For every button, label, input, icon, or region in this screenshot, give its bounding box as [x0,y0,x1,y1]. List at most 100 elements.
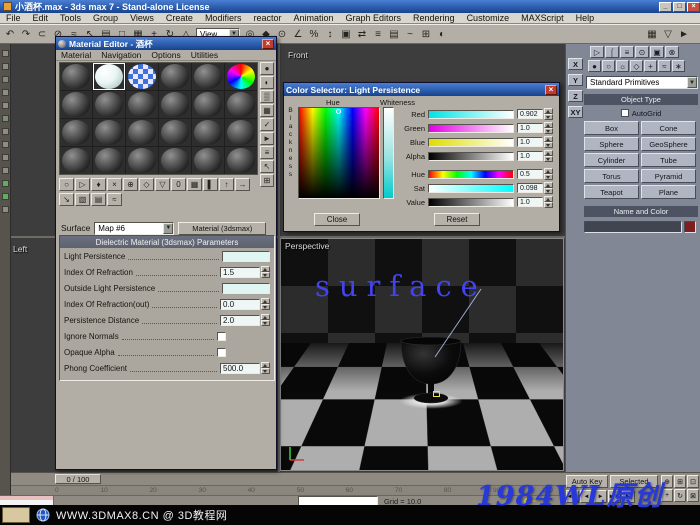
autogrid-checkbox[interactable] [620,109,629,117]
material-map-navigator-icon[interactable]: ⊞ [260,174,274,187]
material-sample-slot[interactable] [126,119,158,146]
go-to-parent-icon[interactable]: ↑ [219,178,234,191]
rollout-header[interactable]: Dielectric Material (3dsmax) Parameters [60,236,274,248]
object-color-swatch[interactable] [684,220,696,233]
color-picker-marker[interactable] [336,109,341,114]
spinner[interactable] [261,314,270,326]
zoom-all-icon[interactable]: ⊞ [674,475,686,488]
assign-material-icon[interactable]: ♦ [91,178,106,191]
me-toolbar-icon[interactable]: ▧ [75,193,90,206]
close-icon[interactable]: × [262,38,274,49]
value-field[interactable]: 1.5 [220,266,260,278]
object-name-input[interactable] [584,220,682,233]
channel-value-field[interactable]: 1.0 [517,137,543,147]
material-sample-slot[interactable] [225,63,257,90]
material-sample-slot[interactable] [126,147,158,174]
material-editor-icon[interactable]: ◐ [434,26,450,42]
spinner[interactable] [261,298,270,310]
background-icon[interactable]: ▒ [260,90,274,103]
object-type-button[interactable]: Cylinder [584,153,639,167]
category-helpers-icon[interactable]: + [644,60,657,72]
viewport-label-left[interactable]: Left [13,244,27,254]
redo-icon[interactable]: ↷ [18,26,34,42]
menu-item[interactable]: Edit [27,13,55,24]
tab-create-icon[interactable]: ▷ [590,46,604,58]
channel-ramp[interactable] [428,197,514,207]
spinner-snap-icon[interactable]: ↕ [322,26,338,42]
material-sample-slot[interactable] [126,91,158,118]
put-material-to-scene-icon[interactable]: ▷ [75,178,90,191]
pan-icon[interactable]: + [661,489,673,502]
viewport-label-perspective[interactable]: Perspective [285,241,329,251]
shelf-icon[interactable] [1,76,9,83]
shelf-icon[interactable] [1,102,9,109]
axis-constraint-button[interactable]: XY [568,106,583,118]
spinner[interactable] [544,150,553,162]
map-name-dropdown[interactable]: Map #6 ▼ [94,221,175,235]
material-sample-slot[interactable] [60,119,92,146]
sample-type-icon[interactable]: ● [260,62,274,75]
axis-constraint-button[interactable]: Y [568,74,583,86]
menu-item[interactable]: MAXScript [515,13,570,24]
spinner[interactable] [261,362,270,374]
object-type-button[interactable]: Pyramid [641,169,696,183]
material-sample-slot[interactable] [192,91,224,118]
material-sample-slot[interactable] [93,119,125,146]
material-sample-slot[interactable] [93,91,125,118]
menu-item[interactable]: Customize [461,13,516,24]
hue-blackness-picker[interactable] [298,107,380,199]
channel-ramp[interactable] [428,183,514,193]
object-type-rollout-header[interactable]: Object Type [584,94,698,105]
menu-item[interactable]: Create [160,13,199,24]
zoom-icon[interactable]: ⊕ [661,475,673,488]
close-icon[interactable]: × [545,84,557,95]
surface-text-object[interactable]: surface [315,269,487,303]
spinner[interactable] [544,122,553,134]
channel-ramp[interactable] [428,137,514,147]
category-spacewarps-icon[interactable]: ≈ [658,60,671,72]
channel-ramp[interactable] [428,169,514,179]
put-to-library-icon[interactable]: ▽ [155,178,170,191]
category-cameras-icon[interactable]: ◇ [630,60,643,72]
object-type-button[interactable]: Torus [584,169,639,183]
go-forward-icon[interactable]: → [235,178,250,191]
object-type-button[interactable]: Tube [641,153,696,167]
viewport-label-front[interactable]: Front [288,50,308,60]
material-sample-slot[interactable] [60,147,92,174]
menu-item[interactable]: Views [124,13,160,24]
material-type-button[interactable]: Material (3dsmax) [178,221,267,235]
category-geometry-icon[interactable]: ● [588,60,601,72]
menu-item[interactable]: Modifiers [199,13,248,24]
spinner[interactable] [544,168,553,180]
pick-from-object-icon[interactable]: ↘ [59,193,74,206]
object-type-button[interactable]: GeoSphere [641,137,696,151]
channel-value-field[interactable]: 0.098 [517,183,543,193]
color-selector-title-bar[interactable]: Color Selector: Light Persistence × [284,83,559,96]
object-type-button[interactable]: Sphere [584,137,639,151]
color-swatch[interactable] [222,282,270,294]
menu-item[interactable]: reactor [247,13,287,24]
percent-snap-icon[interactable]: % [306,26,322,42]
get-material-icon[interactable]: ○ [59,178,74,191]
spinner[interactable] [544,108,553,120]
material-sample-slot[interactable] [93,147,125,174]
menu-item[interactable]: Options [146,50,185,60]
name-color-rollout-header[interactable]: Name and Color [584,206,698,217]
tab-utilities-icon[interactable]: ⊗ [665,46,679,58]
spinner[interactable] [261,266,270,278]
menu-item[interactable]: Group [87,13,124,24]
render-scene-icon[interactable]: ▦ [644,26,660,42]
quick-render-icon[interactable]: ► [676,26,692,42]
mirror-icon[interactable]: ⇄ [354,26,370,42]
spinner[interactable] [544,196,553,208]
material-sample-slot[interactable] [225,147,257,174]
material-sample-slot[interactable] [192,119,224,146]
channel-ramp[interactable] [428,109,514,119]
checkbox[interactable] [217,347,226,357]
arc-rotate-icon[interactable]: ↻ [674,489,686,502]
value-field[interactable]: 0.0 [220,298,260,310]
checkbox[interactable] [217,331,226,341]
material-sample-slot[interactable] [159,63,191,90]
shelf-icon[interactable] [1,50,9,57]
schematic-view-icon[interactable]: ⊞ [418,26,434,42]
